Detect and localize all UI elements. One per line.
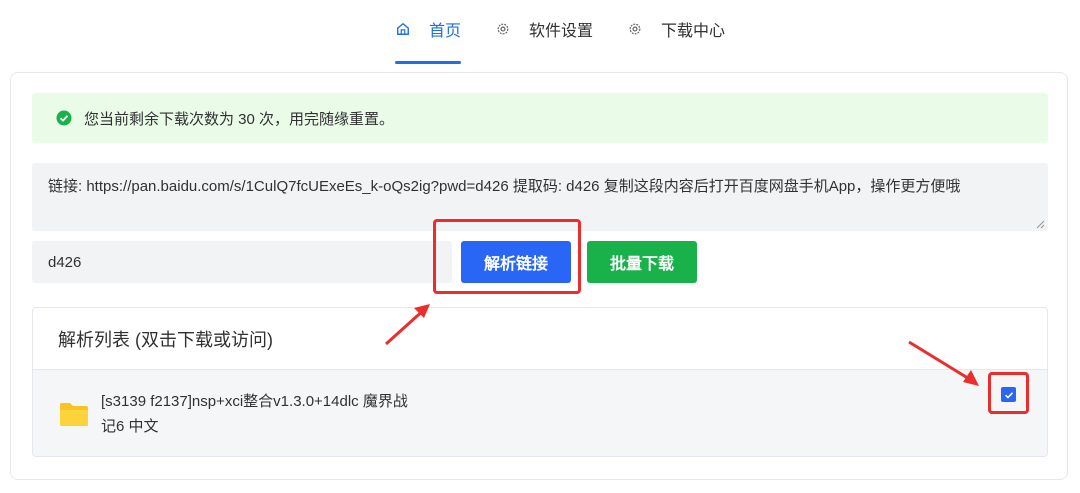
alert-text: 您当前剩余下载次数为 30 次，用完随缘重置。	[84, 110, 395, 128]
tab-download-center-label: 下载中心	[661, 23, 726, 40]
list-item[interactable]: [s3139 f2137]nsp+xci整合v1.3.0+14dlc 魔界战 记…	[33, 370, 1047, 456]
gear-icon	[627, 21, 643, 37]
download-count-alert: 您当前剩余下载次数为 30 次，用完随缘重置。	[32, 93, 1048, 143]
tab-download-center[interactable]: 下载中心	[627, 0, 725, 64]
batch-download-button[interactable]: 批量下载	[587, 241, 697, 283]
gear-icon	[495, 21, 511, 37]
check-icon	[1004, 391, 1013, 399]
parse-result-list: 解析列表 (双击下载或访问) [s3139 f2137]nsp+xci整合v1.…	[32, 307, 1048, 457]
list-item-name: [s3139 f2137]nsp+xci整合v1.3.0+14dlc 魔界战 记…	[101, 389, 408, 439]
tab-software-settings[interactable]: 软件设置	[495, 0, 593, 64]
folder-icon	[60, 403, 88, 426]
extract-code-input[interactable]	[32, 241, 452, 283]
list-title: 解析列表 (双击下载或访问)	[33, 308, 1047, 370]
tab-home[interactable]: 首页	[394, 0, 461, 64]
tab-home-label: 首页	[428, 23, 461, 40]
nav-tabs: 首页 软件设置 下载中心	[394, 0, 725, 64]
share-link-input[interactable]: 链接: https://pan.baidu.com/s/1CulQ7fcUExe…	[32, 163, 1048, 231]
list-item-name-line2: 记6 中文	[101, 418, 159, 435]
resize-handle-icon[interactable]	[1035, 219, 1045, 229]
list-item-name-line1: [s3139 f2137]nsp+xci整合v1.3.0+14dlc 魔界战	[101, 393, 408, 410]
home-icon	[395, 21, 411, 37]
top-nav: 首页 软件设置 下载中心	[0, 0, 1080, 64]
list-item-checkbox[interactable]	[1001, 387, 1016, 402]
main-card: 您当前剩余下载次数为 30 次，用完随缘重置。 链接: https://pan.…	[10, 72, 1068, 480]
parse-link-button[interactable]: 解析链接	[461, 241, 571, 283]
tab-software-settings-label: 软件设置	[528, 23, 593, 40]
check-circle-icon	[56, 110, 72, 126]
